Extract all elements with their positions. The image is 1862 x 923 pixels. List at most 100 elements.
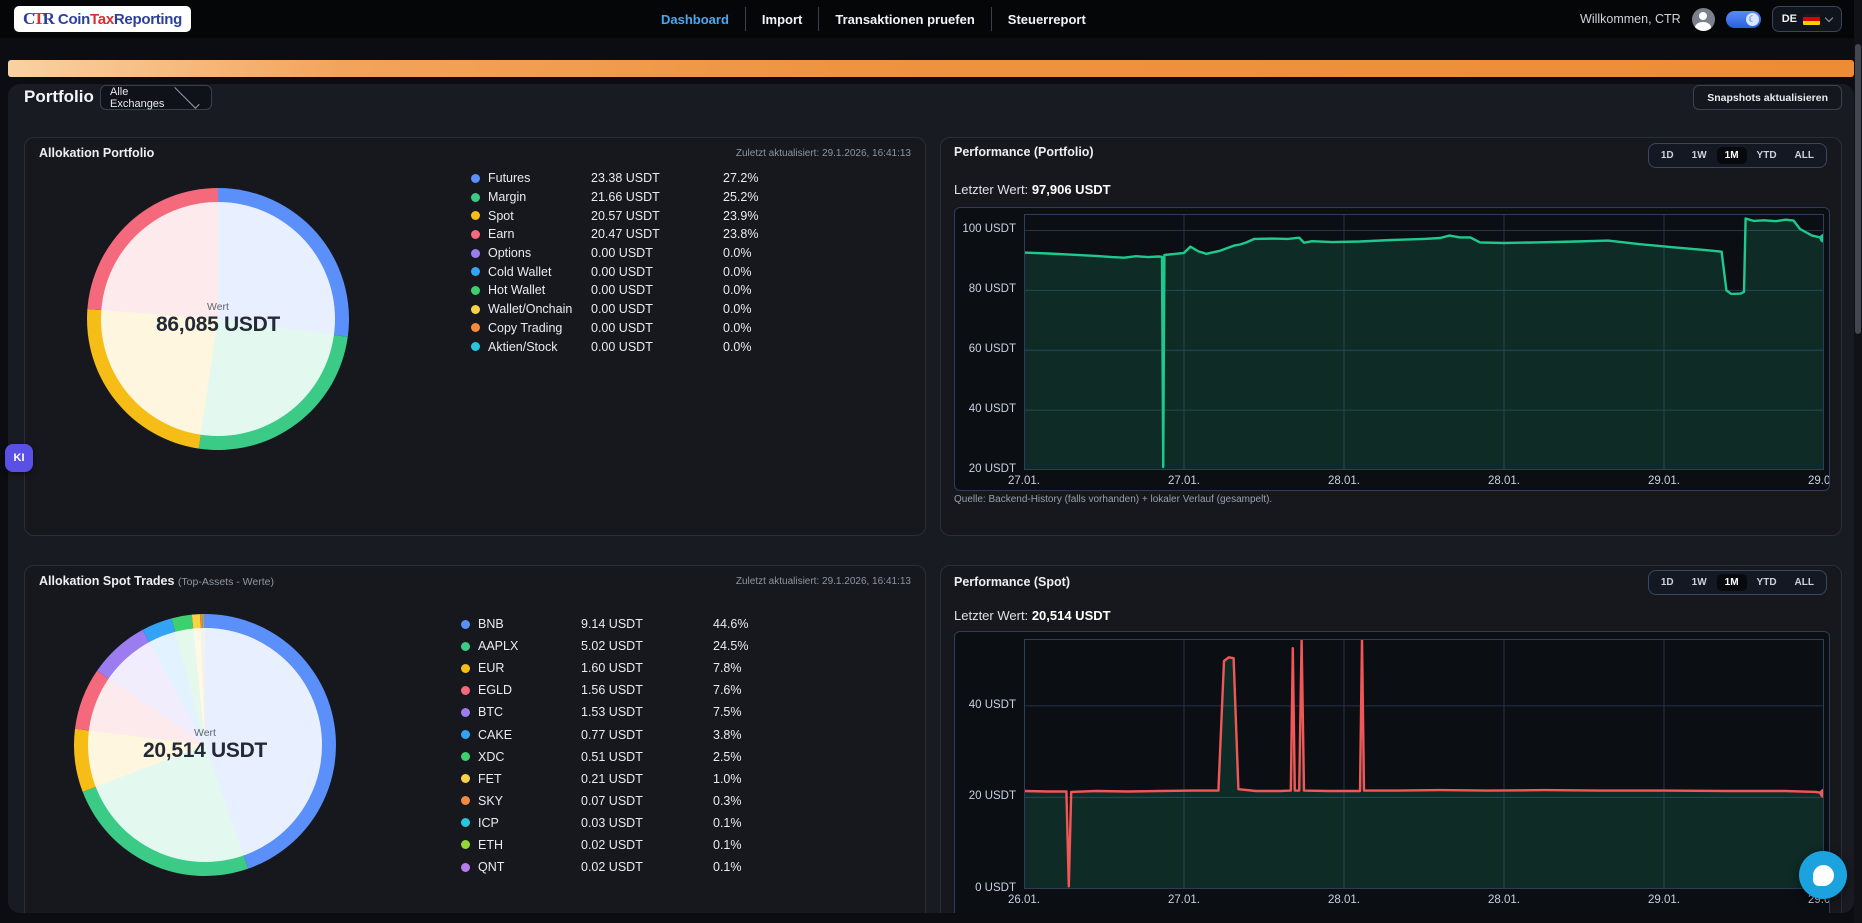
spot-chart-panel: 40 USDT20 USDT0 USDT26.01.27.01.28.01.28… [954,631,1830,913]
range-ytd[interactable]: YTD [1749,574,1785,591]
card-allocation-spot: Allokation Spot Trades (Top-Assets - Wer… [24,565,926,913]
legend-value: 1.53 USDT [581,705,713,719]
card-title: Performance (Portfolio) [954,145,1094,159]
legend-dot [471,249,480,258]
legend-value: 0.07 USDT [581,794,713,808]
nav-dashboard[interactable]: Dashboard [645,12,745,27]
range-1w[interactable]: 1W [1684,574,1715,591]
chevron-down-icon [175,84,200,109]
main-nav: DashboardImportTransaktionen pruefenSteu… [645,0,1102,38]
legend-dot [471,323,480,332]
portfolio-title: Portfolio [24,87,94,107]
legend-value: 20.57 USDT [591,209,723,223]
legend-value: 0.03 USDT [581,816,713,830]
chat-bubble-button[interactable] [1799,851,1847,899]
welcome-text: Willkommen, CTR [1580,12,1681,26]
snapshots-refresh-button[interactable]: Snapshots aktualisieren [1693,85,1842,110]
legend-label: FET [478,772,581,786]
vertical-scrollbar[interactable] [1854,0,1862,923]
legend-percent: 0.1% [713,860,748,874]
legend-value: 9.14 USDT [581,617,713,631]
legend-label: Copy Trading [488,321,591,335]
nav-import[interactable]: Import [746,12,818,27]
range-1d[interactable]: 1D [1653,147,1682,164]
legend-percent: 2.5% [713,750,748,764]
legend-dot [461,730,470,739]
range-1d[interactable]: 1D [1653,574,1682,591]
range-all[interactable]: ALL [1787,574,1822,591]
legend-value: 0.00 USDT [591,265,723,279]
x-axis-label: 28.01. [1478,894,1530,906]
legend-label: SKY [478,794,581,808]
nav-steuerreport[interactable]: Steuerreport [992,12,1102,27]
header-right-group: Willkommen, CTR ☾ DE [1580,0,1842,38]
legend-label: BNB [478,617,581,631]
x-axis-label: 29.01. [1798,475,1830,487]
card-performance-portfolio: Performance (Portfolio) 1D1W1MYTDALL Let… [940,137,1842,536]
legend-label: Wallet/Onchain [488,302,591,316]
legend-row: XDC0.51 USDT2.5% [461,746,748,768]
x-axis-label: 28.01. [1318,475,1370,487]
dark-mode-toggle[interactable]: ☾ [1726,11,1761,28]
legend-percent: 3.8% [713,728,748,742]
range-selector: 1D1W1MYTDALL [1648,143,1827,168]
language-selector[interactable]: DE [1772,6,1842,32]
range-ytd[interactable]: YTD [1749,147,1785,164]
chart-source-note: Quelle: Backend-History (falls vorhanden… [954,494,1272,505]
legend-value: 0.00 USDT [591,321,723,335]
legend-row: Earn20.47 USDT23.8% [471,225,758,244]
legend-dot [461,796,470,805]
legend-row: BTC1.53 USDT7.5% [461,701,748,723]
legend-value: 5.02 USDT [581,639,713,653]
ki-assistant-badge[interactable]: KI [5,444,33,472]
card-allocation-portfolio: Allokation Portfolio Zuletzt aktualisier… [24,137,926,536]
app-logo[interactable]: CTR CoinTaxReporting [14,6,191,32]
logo-wordmark: CoinTaxReporting [58,11,182,28]
user-avatar-icon[interactable] [1692,8,1715,31]
legend-percent: 0.0% [723,302,758,316]
x-axis-label: 27.01. [1158,894,1210,906]
range-1m[interactable]: 1M [1717,574,1747,591]
legend-dot [471,193,480,202]
legend-row: ICP0.03 USDT0.1% [461,812,748,834]
legend-label: AAPLX [478,639,581,653]
performance-spot-line-chart [1024,639,1824,889]
legend-row: Margin21.66 USDT25.2% [471,188,758,207]
range-1m[interactable]: 1M [1717,147,1747,164]
legend-value: 0.77 USDT [581,728,713,742]
legend-dot [461,774,470,783]
scrollbar-thumb[interactable] [1855,44,1861,334]
legend-percent: 0.1% [713,816,748,830]
legend-label: Aktien/Stock [488,340,591,354]
legend-row: BNB9.14 USDT44.6% [461,613,748,635]
legend-row: EUR1.60 USDT7.8% [461,657,748,679]
legend-dot [471,211,480,220]
range-all[interactable]: ALL [1787,147,1822,164]
x-axis-label: 29.01. [1638,475,1690,487]
legend-dot [461,664,470,673]
legend-percent: 27.2% [723,171,758,185]
legend-percent: 7.8% [713,661,748,675]
portfolio-chart-panel: 100 USDT80 USDT60 USDT40 USDT20 USDT27.0… [954,207,1830,491]
legend-percent: 0.0% [723,283,758,297]
legend-percent: 0.0% [723,265,758,279]
portfolio-legend: Futures23.38 USDT27.2%Margin21.66 USDT25… [471,169,758,356]
exchange-filter-select[interactable]: Alle Exchanges [100,85,212,110]
legend-value: 20.47 USDT [591,227,723,241]
x-axis-label: 28.01. [1478,475,1530,487]
legend-percent: 7.5% [713,705,748,719]
legend-label: BTC [478,705,581,719]
legend-value: 23.38 USDT [591,171,723,185]
pie-chart [65,605,345,885]
x-axis-label: 26.01. [998,894,1050,906]
spot-legend: BNB9.14 USDT44.6%AAPLX5.02 USDT24.5%EUR1… [461,613,748,878]
legend-label: EGLD [478,683,581,697]
range-1w[interactable]: 1W [1684,147,1715,164]
legend-row: Hot Wallet0.00 USDT0.0% [471,281,758,300]
legend-value: 1.56 USDT [581,683,713,697]
nav-transaktionen-pruefen[interactable]: Transaktionen pruefen [819,12,990,27]
legend-value: 0.00 USDT [591,302,723,316]
performance-portfolio-line-chart [1024,214,1824,470]
legend-label: Spot [488,209,591,223]
legend-value: 0.02 USDT [581,838,713,852]
